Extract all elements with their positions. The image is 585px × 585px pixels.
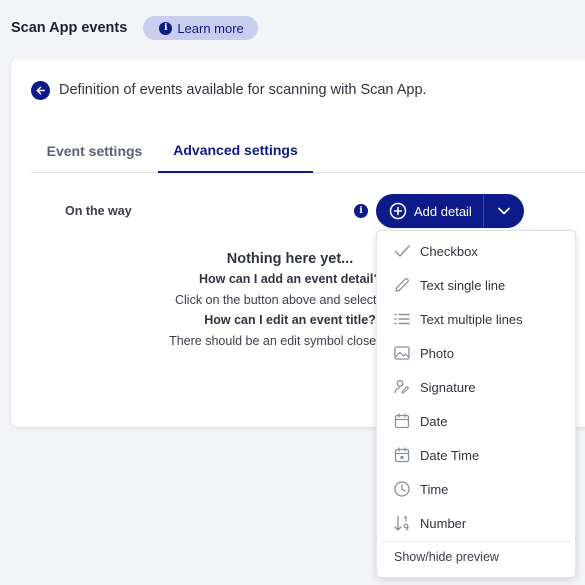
settings-tabs: Event settings Advanced settings: [31, 129, 585, 173]
chevron-down-icon: [498, 207, 510, 215]
back-button[interactable]: [31, 81, 50, 100]
card-description: Definition of events available for scann…: [59, 82, 427, 98]
info-icon[interactable]: i: [354, 204, 368, 218]
clock-icon: [393, 480, 411, 498]
info-icon: i: [159, 21, 173, 35]
menu-item-label: Date: [420, 413, 448, 429]
menu-item-number[interactable]: Number: [377, 506, 575, 540]
menu-divider: [381, 541, 571, 542]
menu-item-label: Number: [420, 515, 467, 531]
show-hide-preview-button[interactable]: Show/hide preview: [394, 550, 499, 564]
menu-item-date[interactable]: Date: [377, 404, 575, 438]
menu-item-signature[interactable]: Signature: [377, 370, 575, 404]
image-icon: [393, 344, 411, 362]
menu-item-label: Signature: [420, 379, 476, 395]
checkmark-icon: [393, 242, 411, 260]
sort-number-icon: [393, 514, 411, 532]
tab-event-settings[interactable]: Event settings: [31, 129, 158, 172]
arrow-left-icon: [36, 86, 45, 95]
menu-item-label: Text single line: [420, 277, 506, 293]
menu-item-label: Checkbox: [420, 243, 478, 259]
add-detail-label: Add detail: [414, 203, 472, 219]
menu-item-checkbox[interactable]: Checkbox: [377, 234, 575, 268]
menu-item-label: Time: [420, 481, 449, 497]
tab-advanced-settings[interactable]: Advanced settings: [158, 129, 313, 173]
calendar-clock-icon: [393, 446, 411, 464]
section-label: On the way: [65, 204, 132, 218]
calendar-icon: [393, 412, 411, 430]
add-detail-menu: Checkbox Text single line Text multiple …: [376, 230, 576, 578]
add-detail-button[interactable]: Add detail: [376, 194, 484, 228]
menu-item-label: Text multiple lines: [420, 311, 523, 327]
menu-item-label: Photo: [420, 345, 454, 361]
menu-item-label: Date Time: [420, 447, 480, 463]
menu-item-time[interactable]: Time: [377, 472, 575, 506]
add-detail-split-button: Add detail: [376, 194, 524, 228]
signature-icon: [393, 378, 411, 396]
menu-item-date-time[interactable]: Date Time: [377, 438, 575, 472]
menu-item-photo[interactable]: Photo: [377, 336, 575, 370]
list-icon: [393, 310, 411, 328]
menu-item-text-multiple-lines[interactable]: Text multiple lines: [377, 302, 575, 336]
add-detail-dropdown-toggle[interactable]: [484, 194, 524, 228]
pencil-icon: [393, 276, 411, 294]
plus-circle-icon: [389, 202, 407, 220]
learn-more-label: Learn more: [177, 20, 244, 36]
learn-more-button[interactable]: i Learn more: [143, 16, 258, 40]
page-title: Scan App events: [11, 20, 128, 36]
menu-item-text-single-line[interactable]: Text single line: [377, 268, 575, 302]
page-header: Scan App events i Learn more: [11, 15, 258, 41]
